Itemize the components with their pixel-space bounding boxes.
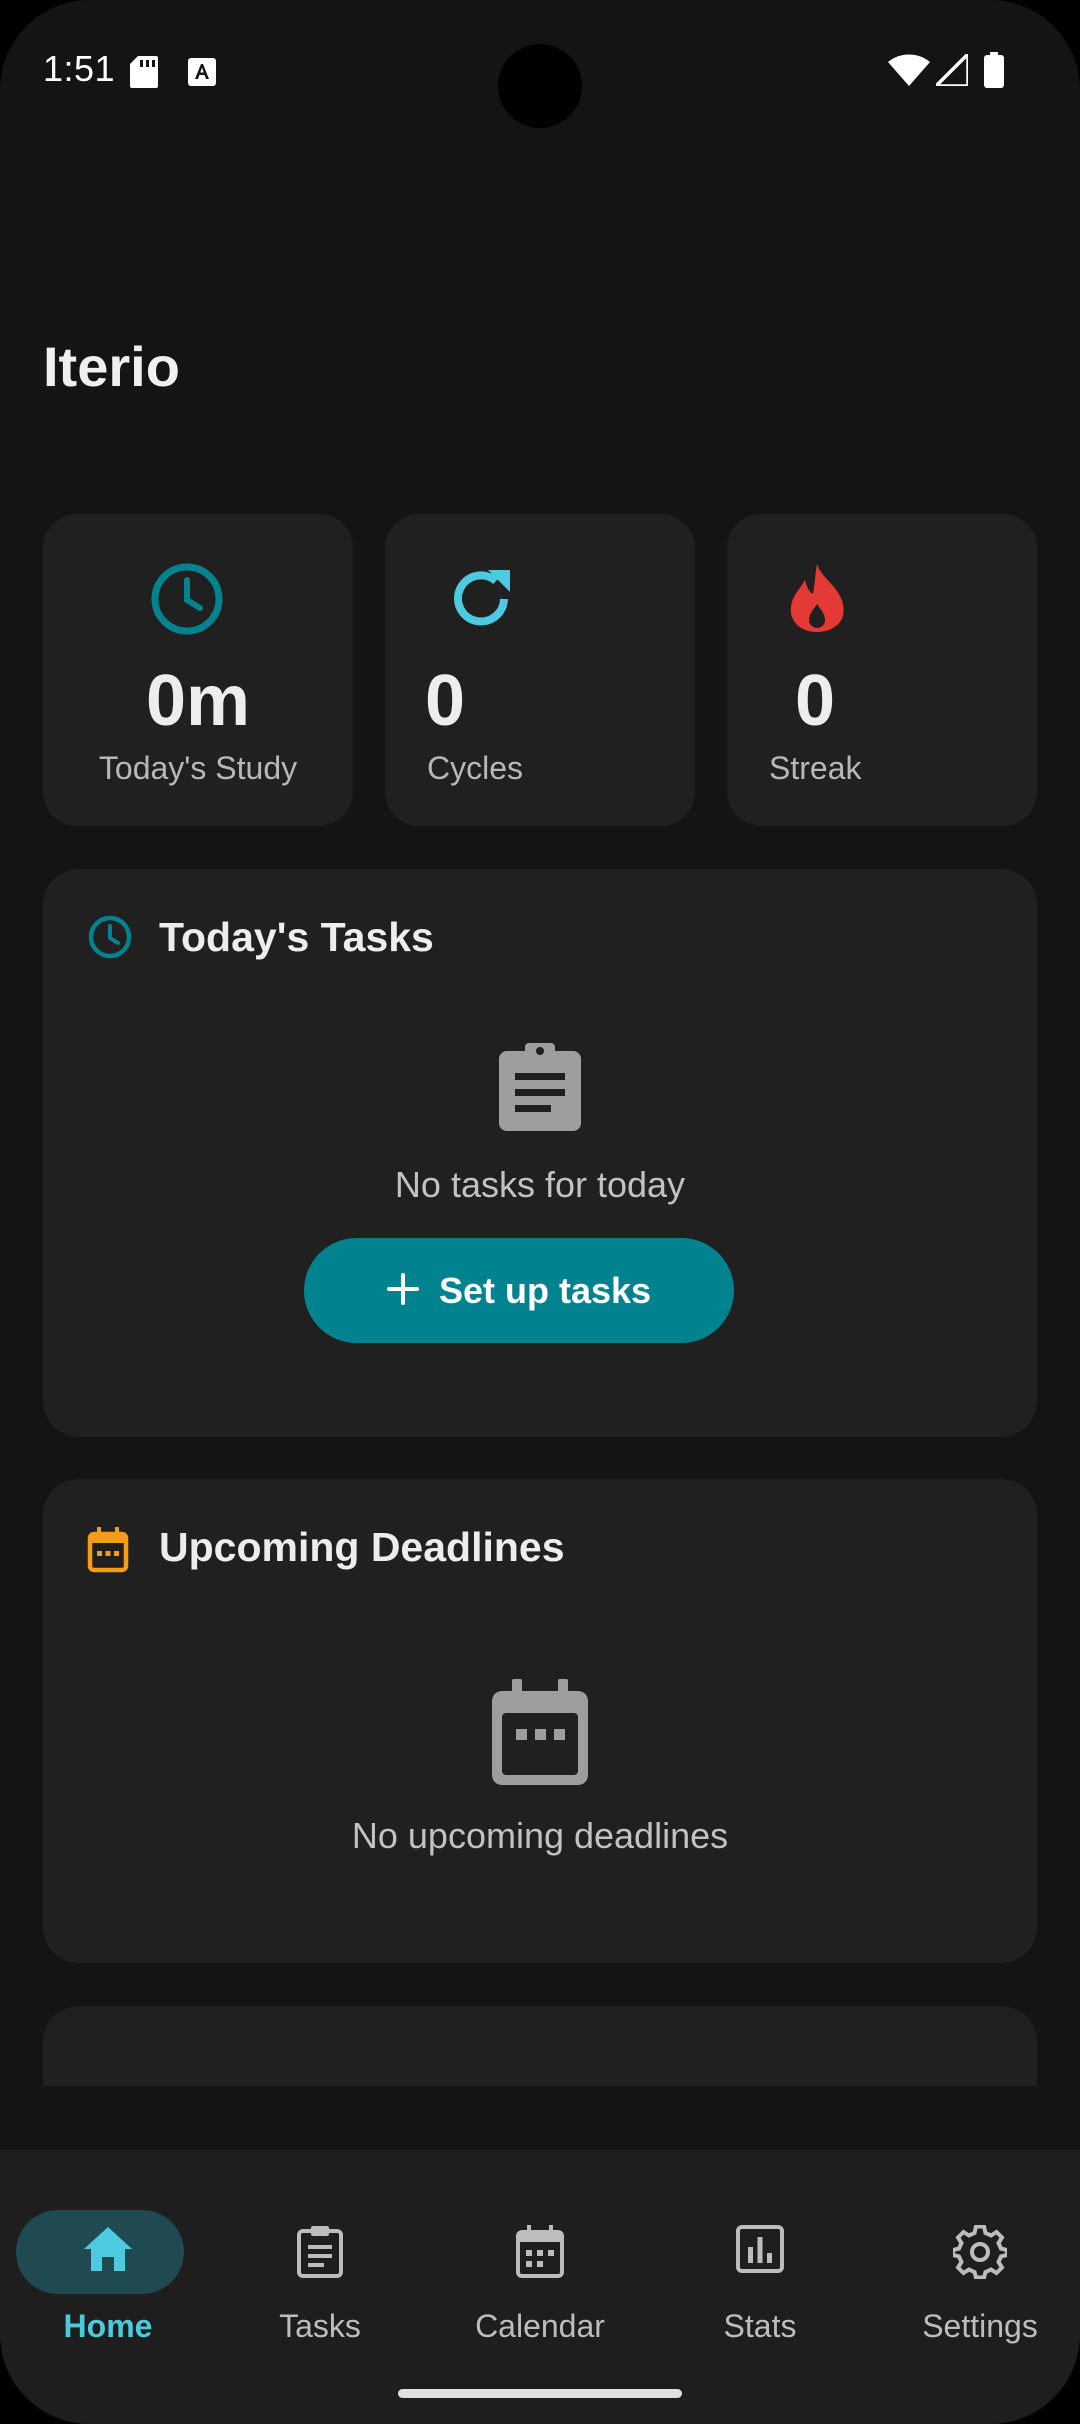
calendar-icon bbox=[492, 1679, 588, 1790]
keyboard-a-icon bbox=[188, 58, 216, 91]
home-icon bbox=[82, 2225, 134, 2278]
nav-label: Calendar bbox=[475, 2308, 605, 2344]
status-time: 1:51 bbox=[43, 48, 116, 89]
stat-card-cycles: 0 Cycles bbox=[385, 514, 695, 826]
stat-label: Cycles bbox=[427, 750, 524, 786]
nav-label: Stats bbox=[723, 2308, 797, 2344]
nav-item-calendar[interactable]: Calendar bbox=[432, 2180, 648, 2344]
todays-tasks-card: Today's Tasks No tasks for today bbox=[43, 869, 1037, 1437]
set-up-tasks-button[interactable]: Set up tasks bbox=[304, 1238, 734, 1343]
next-card-partial bbox=[43, 2006, 1037, 2086]
section-title: Today's Tasks bbox=[159, 914, 434, 960]
bar-chart-icon bbox=[736, 2225, 784, 2278]
stat-label: Streak bbox=[769, 750, 862, 786]
stat-card-today-study: 0m Today's Study bbox=[43, 514, 353, 826]
clipboard-icon bbox=[499, 1043, 581, 1136]
nav-item-home[interactable]: Home bbox=[0, 2180, 216, 2344]
front-camera bbox=[498, 44, 582, 128]
upcoming-deadlines-card: Upcoming Deadlines No upcoming deadlines bbox=[43, 1479, 1037, 1963]
app-title: Iterio bbox=[43, 335, 180, 398]
section-title: Upcoming Deadlines bbox=[159, 1524, 565, 1570]
home-gesture-bar[interactable] bbox=[398, 2389, 682, 2398]
calendar-icon bbox=[515, 2225, 565, 2284]
bottom-navigation: Home Tasks Calendar Stats Settings bbox=[0, 2150, 1080, 2424]
sd-card-icon bbox=[130, 56, 158, 93]
cell-signal-icon bbox=[931, 49, 970, 91]
fire-icon bbox=[785, 562, 849, 639]
status-bar: 1:51 bbox=[0, 0, 1080, 140]
clock-icon bbox=[150, 562, 224, 641]
clipboard-icon bbox=[296, 2225, 344, 2284]
stat-value: 0 bbox=[795, 661, 836, 741]
nav-item-settings[interactable]: Settings bbox=[872, 2180, 1080, 2344]
stat-value: 0m bbox=[145, 661, 251, 741]
nav-label: Settings bbox=[922, 2308, 1038, 2344]
stat-card-streak: 0 Streak bbox=[727, 514, 1037, 826]
button-label: Set up tasks bbox=[438, 1269, 652, 1311]
calendar-icon bbox=[87, 1527, 129, 1578]
phone-screen: 1:51 Iterio 0m Today's Study 0 Cycles 0 … bbox=[0, 0, 1080, 2424]
gear-icon bbox=[951, 2224, 1009, 2284]
nav-item-stats[interactable]: Stats bbox=[652, 2180, 868, 2344]
clock-icon bbox=[87, 914, 133, 965]
empty-state-text: No tasks for today bbox=[394, 1164, 686, 1205]
wifi-icon bbox=[888, 54, 930, 91]
battery-icon bbox=[984, 52, 1004, 93]
nav-label: Home bbox=[63, 2308, 153, 2344]
stat-label: Today's Study bbox=[98, 750, 298, 786]
empty-state-text: No upcoming deadlines bbox=[351, 1815, 729, 1856]
refresh-icon bbox=[444, 562, 518, 641]
stat-value: 0 bbox=[425, 661, 466, 741]
nav-item-tasks[interactable]: Tasks bbox=[212, 2180, 428, 2344]
plus-icon bbox=[386, 1273, 419, 1308]
nav-label: Tasks bbox=[279, 2308, 361, 2344]
